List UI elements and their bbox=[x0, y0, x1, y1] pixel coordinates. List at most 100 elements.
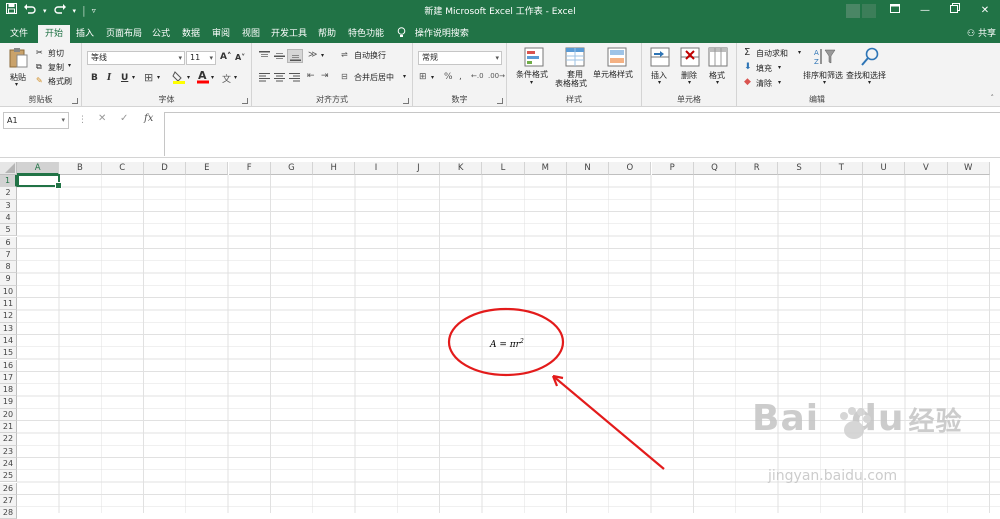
fill-color-icon[interactable] bbox=[172, 70, 186, 86]
font-launcher-icon[interactable] bbox=[242, 98, 248, 104]
column-header-d[interactable]: D bbox=[143, 162, 187, 175]
row-header-26[interactable]: 26 bbox=[0, 482, 17, 495]
format-as-table-button[interactable]: 套用 表格格式 bbox=[555, 47, 595, 91]
decrease-indent-icon[interactable]: ⇤ bbox=[307, 71, 315, 81]
underline-dropdown-icon[interactable]: ▾ bbox=[132, 74, 135, 81]
underline-button[interactable]: U bbox=[121, 73, 128, 83]
middle-align-icon[interactable] bbox=[274, 51, 285, 64]
tab-formulas[interactable]: 公式 bbox=[148, 25, 174, 43]
conditional-formatting-button[interactable]: 条件格式 ▾ bbox=[512, 47, 556, 91]
column-header-n[interactable]: N bbox=[566, 162, 610, 175]
column-header-w[interactable]: W bbox=[947, 162, 990, 175]
font-color-dropdown-icon[interactable]: ▾ bbox=[211, 74, 214, 81]
row-header-9[interactable]: 9 bbox=[0, 273, 17, 286]
tab-help[interactable]: 帮助 bbox=[314, 25, 340, 43]
insert-cells-button[interactable]: 插入 ▾ bbox=[648, 47, 674, 91]
column-header-s[interactable]: S bbox=[778, 162, 821, 175]
alignment-launcher-icon[interactable] bbox=[403, 98, 409, 104]
enter-entry-icon[interactable]: ✓ bbox=[120, 113, 128, 124]
column-header-u[interactable]: U bbox=[863, 162, 906, 175]
sort-filter-button[interactable]: AZ 排序和筛选 ▾ bbox=[803, 47, 847, 91]
column-header-v[interactable]: V bbox=[905, 162, 948, 175]
close-icon[interactable]: ✕ bbox=[970, 0, 1000, 22]
column-header-f[interactable]: F bbox=[228, 162, 271, 175]
ribbon-display-options-icon[interactable] bbox=[880, 0, 910, 22]
row-header-3[interactable]: 3 bbox=[0, 199, 17, 212]
equation-object[interactable]: A = πr2 bbox=[490, 338, 524, 350]
row-header-14[interactable]: 14 bbox=[0, 334, 17, 348]
decrease-decimal-icon[interactable]: .00→ bbox=[488, 72, 505, 80]
increase-font-size-icon[interactable]: A˄ bbox=[220, 52, 231, 62]
font-name-combo[interactable]: 等线 ▾ bbox=[87, 51, 185, 65]
borders-icon[interactable]: ⊞ bbox=[144, 71, 153, 84]
column-header-i[interactable]: I bbox=[355, 162, 398, 175]
column-header-j[interactable]: J bbox=[397, 162, 440, 175]
tab-file[interactable]: 文件 bbox=[4, 25, 34, 43]
accounting-format-icon[interactable]: ⊞ bbox=[419, 72, 427, 82]
column-header-k[interactable]: K bbox=[440, 162, 483, 175]
tab-insert[interactable]: 插入 bbox=[72, 25, 98, 43]
column-header-q[interactable]: Q bbox=[693, 162, 737, 175]
font-color-icon[interactable]: A bbox=[197, 69, 209, 86]
formula-input[interactable] bbox=[164, 112, 1000, 156]
decrease-font-size-icon[interactable]: A˅ bbox=[235, 53, 245, 62]
top-align-icon[interactable] bbox=[259, 51, 270, 64]
row-header-21[interactable]: 21 bbox=[0, 421, 17, 434]
tab-review[interactable]: 审阅 bbox=[208, 25, 234, 43]
column-header-h[interactable]: H bbox=[313, 162, 356, 175]
row-header-7[interactable]: 7 bbox=[0, 248, 17, 262]
column-header-o[interactable]: O bbox=[609, 162, 652, 175]
row-header-4[interactable]: 4 bbox=[0, 211, 17, 225]
number-format-combo[interactable]: 常规 ▾ bbox=[418, 51, 502, 65]
paste-button[interactable]: 粘贴 ▾ bbox=[6, 47, 32, 89]
cancel-entry-icon[interactable]: ✕ bbox=[98, 113, 106, 124]
row-header-20[interactable]: 20 bbox=[0, 408, 17, 421]
increase-indent-icon[interactable]: ⇥ bbox=[321, 71, 329, 81]
row-header-22[interactable]: 22 bbox=[0, 433, 17, 446]
row-header-17[interactable]: 17 bbox=[0, 371, 17, 385]
row-header-18[interactable]: 18 bbox=[0, 384, 17, 397]
bottom-align-icon[interactable] bbox=[287, 49, 303, 63]
clipboard-launcher-icon[interactable] bbox=[72, 98, 78, 104]
row-header-10[interactable]: 10 bbox=[0, 285, 17, 298]
orientation-dropdown-icon[interactable]: ▾ bbox=[321, 52, 324, 59]
share-button[interactable]: ⚇ 共享 bbox=[967, 25, 996, 43]
tab-home[interactable]: 开始 bbox=[38, 25, 70, 43]
collapse-ribbon-icon[interactable]: ˄ bbox=[991, 94, 995, 102]
column-header-p[interactable]: P bbox=[651, 162, 694, 175]
phonetic-dropdown-icon[interactable]: ▾ bbox=[234, 74, 237, 81]
row-header-16[interactable]: 16 bbox=[0, 359, 17, 372]
column-header-l[interactable]: L bbox=[482, 162, 525, 175]
row-header-8[interactable]: 8 bbox=[0, 261, 17, 274]
percent-icon[interactable]: % bbox=[444, 72, 453, 82]
column-header-e[interactable]: E bbox=[186, 162, 229, 175]
cell-styles-button[interactable]: 单元格样式 bbox=[593, 47, 641, 91]
row-header-12[interactable]: 12 bbox=[0, 310, 17, 323]
tab-developer[interactable]: 开发工具 bbox=[268, 25, 310, 43]
column-header-g[interactable]: G bbox=[270, 162, 314, 175]
tab-data[interactable]: 数据 bbox=[178, 25, 204, 43]
row-header-23[interactable]: 23 bbox=[0, 445, 17, 458]
align-left-icon[interactable] bbox=[259, 73, 270, 85]
column-header-c[interactable]: C bbox=[101, 162, 144, 175]
fill-color-dropdown-icon[interactable]: ▾ bbox=[187, 74, 190, 81]
tab-view[interactable]: 视图 bbox=[238, 25, 264, 43]
column-header-b[interactable]: B bbox=[59, 162, 102, 175]
delete-cells-button[interactable]: 删除 ▾ bbox=[678, 47, 704, 91]
restore-icon[interactable] bbox=[940, 0, 970, 22]
tab-page-layout[interactable]: 页面布局 bbox=[102, 25, 146, 43]
row-header-6[interactable]: 6 bbox=[0, 236, 17, 249]
align-center-icon[interactable] bbox=[274, 73, 285, 85]
borders-dropdown-icon[interactable]: ▾ bbox=[157, 74, 160, 81]
name-box[interactable]: A1 ▾ bbox=[3, 112, 69, 129]
bold-button[interactable]: B bbox=[91, 73, 98, 83]
orientation-icon[interactable]: ≫ bbox=[308, 50, 317, 60]
tab-special[interactable]: 特色功能 bbox=[344, 25, 388, 43]
row-header-11[interactable]: 11 bbox=[0, 298, 17, 311]
increase-decimal-icon[interactable]: ←.0 bbox=[471, 72, 484, 80]
tell-me-search[interactable]: 操作说明搜索 bbox=[397, 25, 469, 43]
column-header-r[interactable]: R bbox=[736, 162, 779, 175]
find-select-button[interactable]: 查找和选择 ▾ bbox=[846, 47, 894, 91]
column-header-t[interactable]: T bbox=[820, 162, 863, 175]
accounting-dropdown-icon[interactable]: ▾ bbox=[431, 74, 434, 81]
